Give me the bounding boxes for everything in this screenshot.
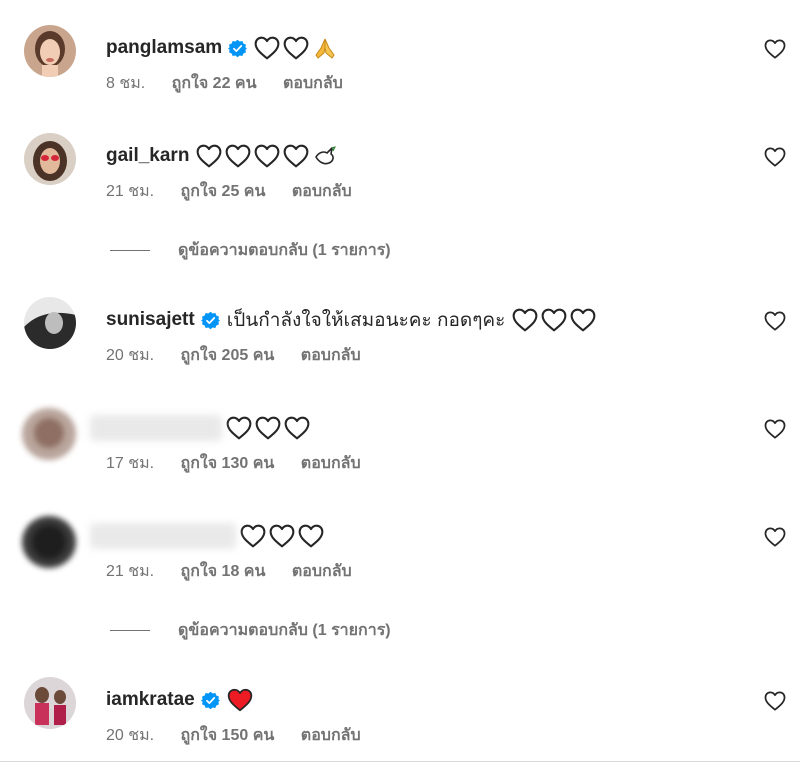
red-heart-emoji bbox=[227, 688, 252, 712]
username[interactable] bbox=[90, 415, 222, 441]
view-replies-label: ดูข้อความตอบกลับ (1 รายการ) bbox=[178, 241, 391, 259]
comment-line: sunisajett เป็นกำลังใจให้เสมอนะคะ กอดๆคะ bbox=[106, 306, 596, 334]
replies-divider bbox=[110, 629, 150, 631]
replies-divider bbox=[110, 249, 150, 251]
like-heart-icon[interactable] bbox=[764, 311, 786, 331]
comment-emojis bbox=[226, 416, 310, 440]
white-heart-emoji bbox=[541, 308, 567, 332]
bottom-divider bbox=[0, 761, 800, 762]
comment-item: sunisajett เป็นกำลังใจให้เสมอนะคะ กอดๆคะ… bbox=[0, 297, 800, 397]
comment-meta: 21 ชม. ถูกใจ 25 คน ตอบกลับ bbox=[106, 179, 374, 204]
comment-likes[interactable]: ถูกใจ 22 คน bbox=[172, 75, 257, 92]
comment-text: เป็นกำลังใจให้เสมอนะคะ กอดๆคะ bbox=[226, 310, 506, 331]
reply-button[interactable]: ตอบกลับ bbox=[301, 347, 361, 364]
like-heart-icon[interactable] bbox=[764, 691, 786, 711]
comment-item: panglamsam 8 ชม. ถูกใจ 22 คน ตอบกลับ bbox=[0, 25, 800, 125]
comment-line: panglamsam bbox=[106, 34, 338, 62]
comment-time[interactable]: 21 ชม. bbox=[106, 183, 154, 200]
avatar[interactable] bbox=[24, 25, 76, 77]
username[interactable] bbox=[90, 523, 236, 549]
view-replies-label: ดูข้อความตอบกลับ (1 รายการ) bbox=[178, 621, 391, 639]
reply-button[interactable]: ตอบกลับ bbox=[301, 455, 361, 472]
like-heart-icon[interactable] bbox=[764, 39, 786, 59]
view-replies-button[interactable]: ดูข้อความตอบกลับ (1 รายการ) bbox=[110, 238, 391, 262]
verified-badge-icon bbox=[201, 311, 220, 330]
white-heart-emoji bbox=[512, 308, 538, 332]
comment-likes[interactable]: ถูกใจ 130 คน bbox=[181, 455, 275, 472]
comment-meta: 20 ชม. ถูกใจ 150 คน ตอบกลับ bbox=[106, 723, 383, 748]
white-heart-emoji bbox=[196, 144, 222, 168]
username[interactable]: panglamsam bbox=[106, 37, 222, 59]
avatar[interactable] bbox=[18, 513, 80, 571]
reply-button[interactable]: ตอบกลับ bbox=[283, 75, 343, 92]
comment-meta: 8 ชม. ถูกใจ 22 คน ตอบกลับ bbox=[106, 71, 365, 96]
username[interactable]: gail_karn bbox=[106, 145, 189, 167]
comment-item: gail_karn 21 ชม. ถูกใจ 25 คน ตอบกลับ bbox=[0, 133, 800, 233]
comment-likes[interactable]: ถูกใจ 18 คน bbox=[181, 563, 266, 580]
dove-emoji bbox=[315, 146, 337, 165]
comment-emojis bbox=[254, 36, 338, 60]
avatar[interactable] bbox=[24, 133, 76, 185]
white-heart-emoji bbox=[298, 524, 324, 548]
comment-likes[interactable]: ถูกใจ 25 คน bbox=[181, 183, 266, 200]
comment-time[interactable]: 20 ชม. bbox=[106, 347, 154, 364]
comment-time[interactable]: 17 ชม. bbox=[106, 455, 154, 472]
like-heart-icon[interactable] bbox=[764, 527, 786, 547]
comment-likes[interactable]: ถูกใจ 150 คน bbox=[181, 727, 275, 744]
comment-time[interactable]: 20 ชม. bbox=[106, 727, 154, 744]
white-heart-emoji bbox=[283, 36, 309, 60]
verified-badge-icon bbox=[201, 691, 220, 710]
comment-emojis bbox=[240, 524, 324, 548]
comment-emojis bbox=[227, 688, 253, 712]
comment-time[interactable]: 8 ชม. bbox=[106, 75, 145, 92]
white-heart-emoji bbox=[283, 144, 309, 168]
reply-button[interactable]: ตอบกลับ bbox=[292, 563, 352, 580]
username[interactable]: sunisajett bbox=[106, 309, 195, 331]
comment-meta: 20 ชม. ถูกใจ 205 คน ตอบกลับ bbox=[106, 343, 383, 368]
white-heart-emoji bbox=[225, 144, 251, 168]
comment-emojis bbox=[512, 308, 596, 332]
comment-meta: 17 ชม. ถูกใจ 130 คน ตอบกลับ bbox=[106, 451, 383, 476]
verified-badge-icon bbox=[228, 39, 247, 58]
avatar[interactable] bbox=[24, 297, 76, 349]
comment-item: 17 ชม. ถูกใจ 130 คน ตอบกลับ bbox=[0, 405, 800, 505]
comment-item: iamkratae 20 ชม. ถูกใจ 150 คน ตอบกลับ bbox=[0, 677, 800, 777]
white-heart-emoji bbox=[240, 524, 266, 548]
comment-line bbox=[90, 414, 310, 442]
white-heart-emoji bbox=[254, 144, 280, 168]
comment-meta: 21 ชม. ถูกใจ 18 คน ตอบกลับ bbox=[106, 559, 374, 584]
like-heart-icon[interactable] bbox=[764, 147, 786, 167]
comment-emojis bbox=[196, 144, 338, 168]
comment-item: 21 ชม. ถูกใจ 18 คน ตอบกลับ bbox=[0, 513, 800, 613]
white-heart-emoji bbox=[255, 416, 281, 440]
comment-time[interactable]: 21 ชม. bbox=[106, 563, 154, 580]
username[interactable]: iamkratae bbox=[106, 689, 195, 711]
white-heart-emoji bbox=[226, 416, 252, 440]
avatar[interactable] bbox=[24, 677, 76, 729]
view-replies-button[interactable]: ดูข้อความตอบกลับ (1 รายการ) bbox=[110, 618, 391, 642]
comment-likes[interactable]: ถูกใจ 205 คน bbox=[181, 347, 275, 364]
white-heart-emoji bbox=[269, 524, 295, 548]
comment-line: gail_karn bbox=[106, 142, 338, 170]
comment-line: iamkratae bbox=[106, 686, 253, 714]
white-heart-emoji bbox=[284, 416, 310, 440]
reply-button[interactable]: ตอบกลับ bbox=[301, 727, 361, 744]
avatar[interactable] bbox=[18, 405, 80, 463]
folded-hands-emoji bbox=[315, 38, 335, 59]
white-heart-emoji bbox=[254, 36, 280, 60]
like-heart-icon[interactable] bbox=[764, 419, 786, 439]
reply-button[interactable]: ตอบกลับ bbox=[292, 183, 352, 200]
comment-line bbox=[90, 522, 324, 550]
white-heart-emoji bbox=[570, 308, 596, 332]
